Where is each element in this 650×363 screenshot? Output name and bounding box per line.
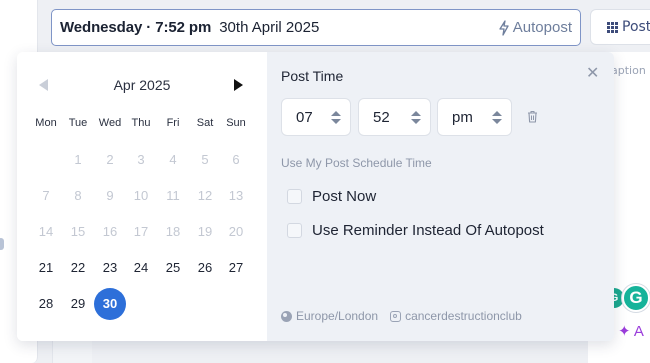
calendar-day: 19 <box>197 224 213 239</box>
calendar-day: 5 <box>201 152 209 167</box>
posts-button-label: Post <box>622 19 650 35</box>
calendar-month-label: Apr 2025 <box>113 77 171 93</box>
calendar-day: 8 <box>74 188 82 203</box>
calendar-day[interactable]: 22 <box>62 252 94 284</box>
grid-icon <box>607 21 618 33</box>
calendar-day: 2 <box>106 152 114 167</box>
calendar-day[interactable]: 27 <box>220 252 252 284</box>
calendar-day: 10 <box>133 188 149 203</box>
autopost-label: Autopost <box>512 19 572 36</box>
post-now-option[interactable]: Post Now <box>287 188 376 205</box>
weekday-label: Sun <box>226 117 246 129</box>
timezone-label: Europe/London <box>296 309 379 323</box>
datetime-popup: Apr 2025 Mon Tue Wed Thu Fri Sat Sun 123456789… <box>17 52 614 341</box>
ampm-value: pm <box>452 108 473 126</box>
calendar-day: 15 <box>70 224 86 239</box>
autopost-toggle[interactable]: Autopost <box>498 19 572 36</box>
calendar-day: 14 <box>38 224 54 239</box>
post-time-title: Post Time <box>281 68 344 84</box>
post-now-label: Post Now <box>312 188 377 205</box>
lightning-icon <box>499 19 509 36</box>
reminder-option[interactable]: Use Reminder Instead Of Autopost <box>287 222 544 239</box>
calendar-day: 20 <box>228 224 244 239</box>
calendar-day[interactable]: 23 <box>94 252 126 284</box>
calendar-day: 13 <box>228 188 244 203</box>
calendar-day[interactable]: 25 <box>157 252 189 284</box>
ampm-select[interactable]: pm <box>437 98 512 136</box>
trash-icon[interactable] <box>527 110 538 123</box>
calendar-day[interactable]: 21 <box>30 252 62 284</box>
weekday-label: Thu <box>131 117 151 129</box>
calendar-day[interactable]: 29 <box>62 288 94 320</box>
datetime-date: 30th April 2025 <box>219 19 320 36</box>
updown-icon <box>492 111 502 125</box>
reminder-label: Use Reminder Instead Of Autopost <box>312 222 544 239</box>
updown-icon <box>411 111 421 125</box>
grammarly-icon[interactable]: G <box>622 284 650 312</box>
calendar-day: 4 <box>169 152 177 167</box>
calendar-day: 11 <box>166 188 180 203</box>
posts-button[interactable]: Post <box>590 9 650 45</box>
calendar-day: 1 <box>74 152 82 167</box>
post-now-checkbox[interactable] <box>287 189 302 204</box>
globe-icon <box>281 310 292 322</box>
use-schedule-time-link[interactable]: Use My Post Schedule Time <box>281 156 432 170</box>
calendar-day: 6 <box>232 152 240 167</box>
calendar-day[interactable]: 26 <box>189 252 221 284</box>
hour-value: 07 <box>296 108 313 126</box>
datetime-picker-trigger[interactable]: Wednesday · 7:52 pm 30th April 2025 Auto… <box>51 9 581 46</box>
post-time-panel: Post Time ✕ 07 52 pm Use My Post Schedul… <box>267 52 614 341</box>
calendar-day: 17 <box>133 224 149 239</box>
calendar-day: 3 <box>137 152 145 167</box>
next-month-icon[interactable] <box>234 79 243 91</box>
calendar-day[interactable]: 24 <box>125 252 157 284</box>
calendar-header: Apr 2025 <box>17 74 267 96</box>
calendar: Apr 2025 Mon Tue Wed Thu Fri Sat Sun 123456789… <box>17 52 267 341</box>
weekday-label: Fri <box>166 117 180 129</box>
hour-select[interactable]: 07 <box>281 98 351 136</box>
footer-info: Europe/London cancerdestructionclub <box>281 309 522 323</box>
datetime-day-time: Wednesday · 7:52 pm <box>60 19 212 36</box>
minute-value: 52 <box>373 108 390 126</box>
weekday-label: Tue <box>68 117 88 129</box>
calendar-day: 12 <box>197 188 213 203</box>
sidebar-handle[interactable] <box>0 238 4 250</box>
ai-assist-button[interactable]: ✦ A <box>618 322 644 340</box>
weekday-label: Mon <box>35 117 57 129</box>
calendar-day: 7 <box>42 188 50 203</box>
weekday-label: Wed <box>98 117 122 129</box>
minute-select[interactable]: 52 <box>358 98 431 136</box>
calendar-day: 18 <box>165 224 181 239</box>
instagram-icon <box>390 310 402 322</box>
weekday-label: Sat <box>196 117 214 129</box>
updown-icon <box>331 111 341 125</box>
caption-label: aption <box>611 64 646 77</box>
reminder-checkbox[interactable] <box>287 223 302 238</box>
calendar-day: 16 <box>102 224 118 239</box>
calendar-day: 9 <box>106 188 114 203</box>
calendar-day-selected[interactable]: 30 <box>94 288 126 320</box>
close-icon[interactable]: ✕ <box>586 65 599 81</box>
calendar-day[interactable]: 28 <box>30 288 62 320</box>
account-label: cancerdestructionclub <box>405 309 522 323</box>
